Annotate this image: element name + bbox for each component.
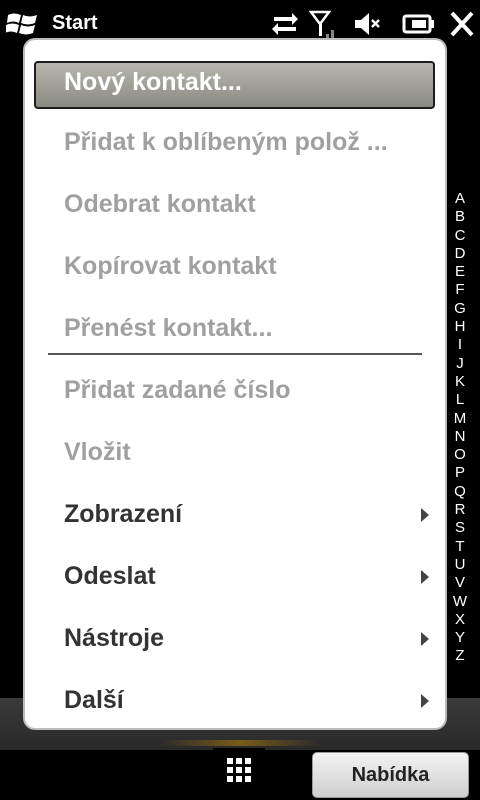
alphabet-letter[interactable]: N — [450, 428, 470, 446]
app-grid-icon[interactable] — [213, 748, 265, 800]
alphabet-letter[interactable]: O — [450, 446, 470, 464]
grid-dot — [245, 776, 251, 782]
alphabet-letter[interactable]: A — [450, 190, 470, 208]
grid-dot — [227, 767, 233, 773]
speaker-mute-icon[interactable] — [352, 8, 382, 40]
menu-item[interactable]: Další — [25, 670, 445, 732]
menu-item-label: Přidat k oblíbeným polož ... — [64, 128, 388, 156]
alphabet-letter[interactable]: K — [450, 373, 470, 391]
alphabet-letter[interactable]: F — [450, 281, 470, 299]
alphabet-letter[interactable]: T — [450, 538, 470, 556]
alphabet-letter[interactable]: I — [450, 336, 470, 354]
submenu-arrow-icon — [421, 570, 429, 584]
battery-icon[interactable] — [402, 8, 436, 40]
alphabet-letter[interactable]: Y — [450, 629, 470, 647]
submenu-arrow-icon — [421, 694, 429, 708]
menu-item-label: Nový kontakt... — [64, 68, 242, 96]
grid-dot — [236, 758, 242, 764]
nabidka-softkey[interactable]: Nabídka — [312, 752, 469, 798]
alphabet-index[interactable]: ABCDEFGHIJKLMNOPQRSTUVWXYZ — [450, 190, 470, 666]
menu-item-label: Přidat zadané číslo — [64, 376, 291, 404]
menu-item[interactable]: Přidat k oblíbeným polož ... — [25, 112, 445, 174]
alphabet-letter[interactable]: X — [450, 611, 470, 629]
menu-item[interactable]: Přidat zadané číslo — [25, 360, 445, 422]
alphabet-letter[interactable]: G — [450, 300, 470, 318]
menu-item[interactable]: Odebrat kontakt — [25, 174, 445, 236]
menu-item-label: Další — [64, 686, 124, 714]
menu-item-label: Odeslat — [64, 562, 156, 590]
alphabet-letter[interactable]: L — [450, 391, 470, 409]
alphabet-letter[interactable]: V — [450, 574, 470, 592]
menu-item-label: Vložit — [64, 438, 131, 466]
menu-item[interactable]: Zobrazení — [25, 484, 445, 546]
grid-dot — [236, 776, 242, 782]
alphabet-letter[interactable]: U — [450, 556, 470, 574]
menu-item-label: Přenést kontakt... — [64, 314, 273, 342]
menu-item-label: Odebrat kontakt — [64, 190, 256, 218]
alphabet-letter[interactable]: M — [450, 410, 470, 428]
alphabet-letter[interactable]: B — [450, 208, 470, 226]
grid-dot — [227, 758, 233, 764]
menu-item[interactable]: Vložit — [25, 422, 445, 484]
sync-arrows-icon[interactable] — [270, 8, 300, 40]
bar-glow — [160, 740, 320, 746]
alphabet-letter[interactable]: H — [450, 318, 470, 336]
alphabet-letter[interactable]: E — [450, 263, 470, 281]
grid-dot — [236, 767, 242, 773]
windows-logo-icon[interactable] — [6, 10, 42, 38]
submenu-arrow-icon — [421, 508, 429, 522]
grid-dot — [227, 776, 233, 782]
grid-dot — [245, 758, 251, 764]
alphabet-letter[interactable]: Q — [450, 483, 470, 501]
alphabet-letter[interactable]: C — [450, 227, 470, 245]
alphabet-letter[interactable]: R — [450, 501, 470, 519]
grid-dot — [245, 767, 251, 773]
start-label[interactable]: Start — [52, 12, 98, 35]
menu-item[interactable]: Přenést kontakt... — [25, 298, 445, 360]
submenu-arrow-icon — [421, 632, 429, 646]
alphabet-letter[interactable]: J — [450, 355, 470, 373]
menu-item-label: Kopírovat kontakt — [64, 252, 277, 280]
menu-item[interactable]: Nový kontakt... — [25, 50, 445, 112]
menu-item[interactable]: Nástroje — [25, 608, 445, 670]
alphabet-letter[interactable]: P — [450, 464, 470, 482]
alphabet-letter[interactable]: D — [450, 245, 470, 263]
menu-item-label: Zobrazení — [64, 500, 183, 528]
menu-item-label: Nástroje — [64, 624, 165, 652]
alphabet-letter[interactable]: S — [450, 519, 470, 537]
alphabet-letter[interactable]: W — [450, 593, 470, 611]
menu-item[interactable]: Kopírovat kontakt — [25, 236, 445, 298]
alphabet-letter[interactable]: Z — [450, 647, 470, 665]
signal-antenna-icon[interactable] — [308, 8, 336, 40]
close-icon[interactable] — [448, 8, 476, 40]
context-menu: Nový kontakt... Přidat k oblíbeným polož … — [25, 40, 445, 728]
menu-item[interactable]: Odeslat — [25, 546, 445, 608]
